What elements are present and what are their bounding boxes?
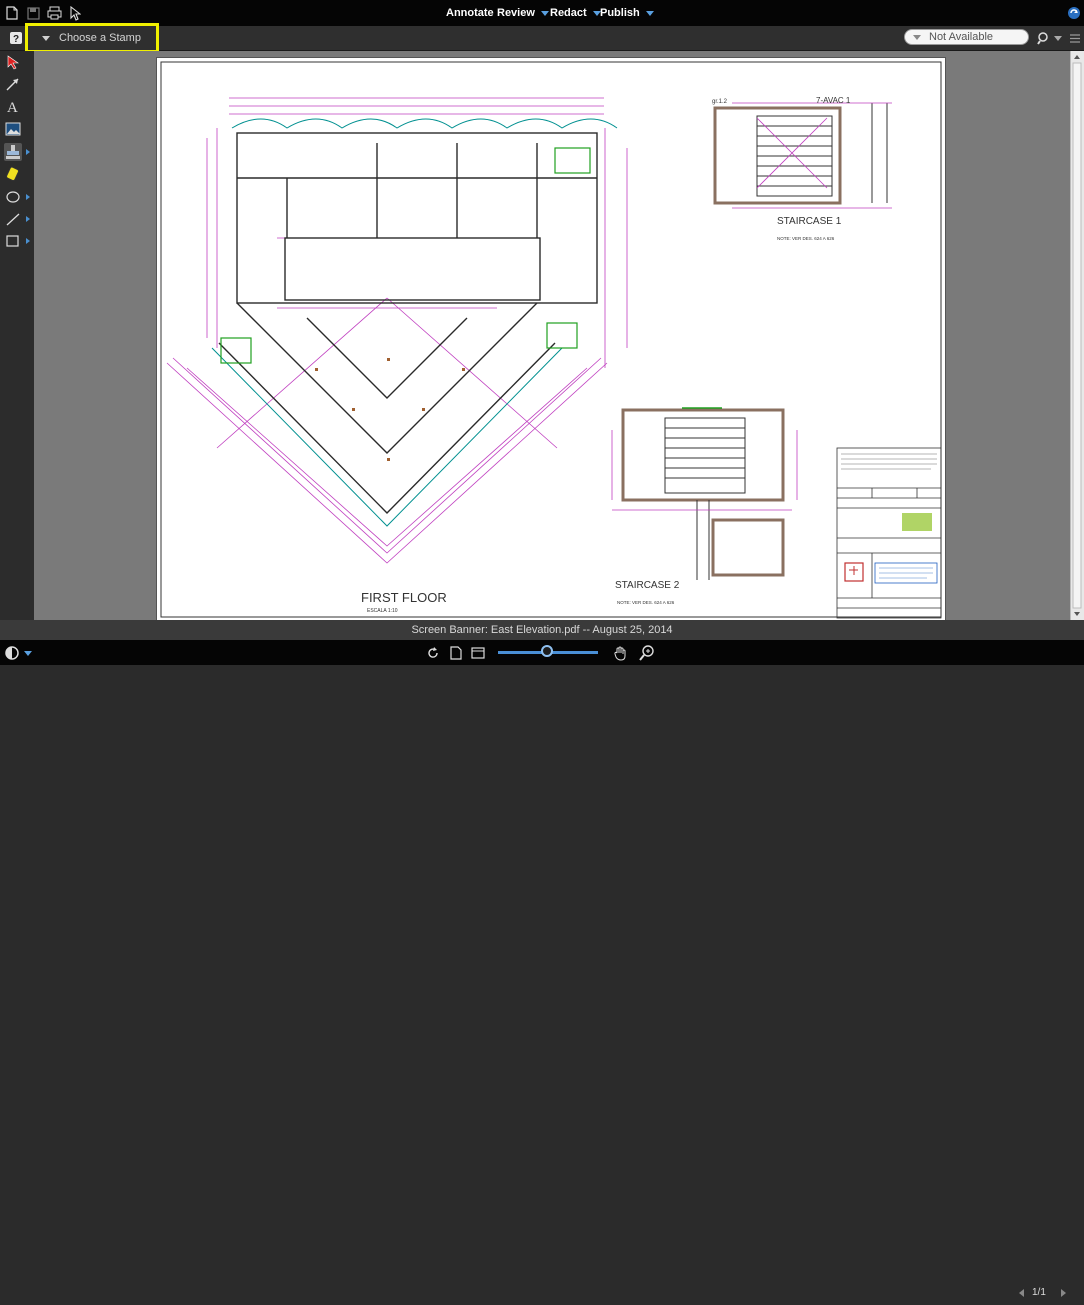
select-cursor-icon[interactable]: [68, 5, 82, 21]
rotate-icon[interactable]: [425, 644, 441, 661]
menu-redact-label: Redact: [550, 7, 587, 19]
next-page-icon[interactable]: [1060, 1288, 1068, 1298]
print-icon[interactable]: [46, 5, 62, 21]
staircase2-title: STAIRCASE 2: [615, 580, 680, 591]
tool-flyout-arrow[interactable]: [26, 194, 30, 200]
menu-redact[interactable]: Redact: [550, 0, 601, 26]
zoom-icon[interactable]: [638, 644, 656, 661]
save-icon[interactable]: [26, 5, 40, 21]
chevron-down-icon: [540, 10, 549, 16]
grid-label-1: 7-AVAC 1: [816, 96, 851, 105]
floor-plan-drawing: FIRST FLOOR ESCALA 1:10 gr.1.2 7-AVAC 1 …: [160, 61, 942, 619]
pan-hand-icon[interactable]: [612, 644, 630, 661]
stamp-dropdown[interactable]: Choose a Stamp: [25, 23, 159, 53]
line-tool-icon[interactable]: [4, 210, 22, 228]
top-menu-bar: Annotate Review Redact Publish: [0, 0, 1084, 26]
stamp-tool-icon[interactable]: [4, 143, 22, 161]
svg-text:?: ?: [13, 34, 19, 45]
single-page-icon[interactable]: [448, 644, 464, 661]
refresh-icon[interactable]: [1066, 5, 1082, 21]
stamp-dropdown-label: Choose a Stamp: [59, 32, 141, 44]
page-indicator: 1/1: [1018, 1280, 1068, 1305]
tool-flyout-arrow[interactable]: [26, 216, 30, 222]
first-floor-title: FIRST FLOOR: [361, 590, 447, 605]
staircase1-title: STAIRCASE 1: [777, 216, 842, 227]
page-layout-icon[interactable]: [470, 644, 486, 661]
menu-review[interactable]: Review: [497, 0, 549, 26]
menu-annotate[interactable]: Annotate: [446, 0, 494, 26]
left-toolbar: A: [0, 51, 34, 620]
menu-publish[interactable]: Publish: [600, 0, 654, 26]
new-document-icon[interactable]: [5, 5, 19, 21]
menu-annotate-label: Annotate: [446, 7, 494, 19]
staircase2-note: NOTE: VER DES. 624 A 626: [617, 600, 675, 605]
tool-flyout-arrow[interactable]: [26, 149, 30, 155]
zoom-slider-handle[interactable]: [541, 645, 553, 657]
search-icon[interactable]: [1036, 30, 1064, 46]
page-number: 1/1: [1032, 1287, 1046, 1298]
menu-review-label: Review: [497, 7, 535, 19]
grid-label-2: gr.1.2: [712, 99, 728, 105]
image-tool-icon[interactable]: [4, 120, 22, 138]
pdf-page[interactable]: FIRST FLOOR ESCALA 1:10 gr.1.2 7-AVAC 1 …: [156, 57, 946, 622]
menu-publish-label: Publish: [600, 7, 640, 19]
dropdown-arrow-icon: [913, 34, 921, 40]
tool-flyout-arrow[interactable]: [26, 238, 30, 244]
vertical-scrollbar[interactable]: [1070, 51, 1084, 620]
help-icon[interactable]: ?: [8, 30, 24, 46]
first-floor-scale: ESCALA 1:10: [367, 608, 398, 614]
display-mode-icon[interactable]: [4, 644, 32, 661]
rectangle-tool-icon[interactable]: [4, 232, 22, 250]
select-tool-icon[interactable]: [4, 53, 22, 71]
staircase1-note: NOTE: VER DES. 624 A 626: [777, 236, 835, 241]
highlight-tool-icon[interactable]: [4, 165, 22, 183]
search-field[interactable]: Not Available: [904, 29, 1029, 45]
shape-ellipse-icon[interactable]: [4, 188, 22, 206]
screen-banner: Screen Banner: East Elevation.pdf -- Aug…: [411, 624, 673, 636]
prev-page-icon[interactable]: [1018, 1288, 1026, 1298]
dropdown-arrow-icon: [42, 35, 50, 41]
list-icon[interactable]: [1068, 30, 1082, 46]
chevron-down-icon: [645, 10, 654, 16]
svg-text:A: A: [7, 100, 18, 114]
text-tool-icon[interactable]: A: [4, 97, 22, 115]
arrow-tool-icon[interactable]: [4, 75, 22, 93]
search-field-value: Not Available: [929, 31, 994, 43]
